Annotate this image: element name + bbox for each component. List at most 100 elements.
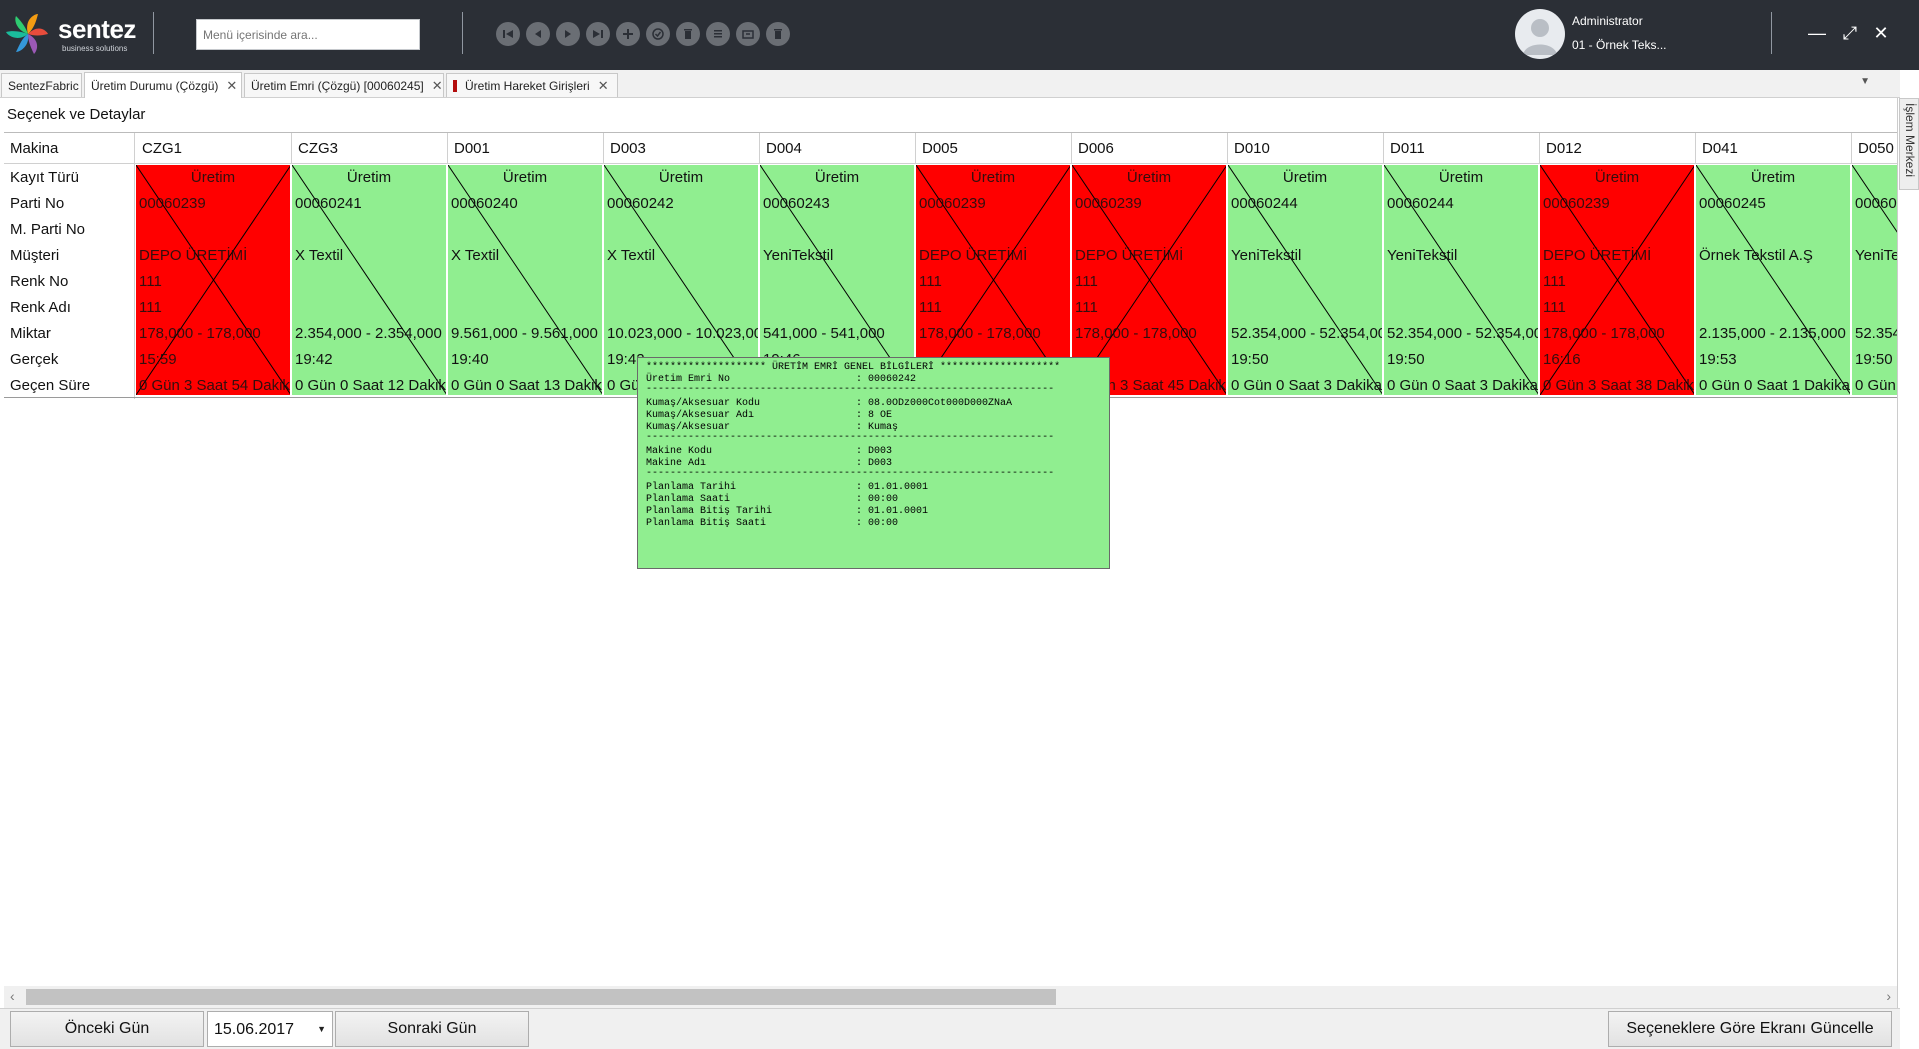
cell-gercek: 19:50 bbox=[1231, 351, 1269, 368]
tab-label: Üretim Hareket Girişleri bbox=[465, 78, 590, 93]
cell-gercek: 19:53 bbox=[1699, 351, 1737, 368]
tab-sentezfabric[interactable]: SentezFabric bbox=[1, 73, 82, 97]
list-icon[interactable] bbox=[706, 22, 730, 46]
machine-column[interactable]: Üretim 00060239 DEPO ÜRETİMİ 111 111 178,000 … bbox=[136, 165, 291, 395]
update-screen-button[interactable]: Seçeneklere Göre Ekranı Güncelle bbox=[1608, 1011, 1892, 1047]
avatar[interactable] bbox=[1515, 9, 1565, 59]
cell-sure: 0 Gün 0 Saat 12 Dakika bbox=[295, 377, 447, 394]
cell-sure: 0 Gün 3 Saat 38 Dakika bbox=[1543, 377, 1695, 394]
row-label: Müşteri bbox=[10, 247, 60, 264]
header-machine: D003 bbox=[604, 133, 760, 164]
approve-icon[interactable] bbox=[646, 22, 670, 46]
cell-miktar: 9.561,000 - 9.561,000 bbox=[451, 325, 598, 342]
tooltip-label: Makine Kodu bbox=[646, 446, 713, 457]
cell-musteri: YeniTekstil bbox=[1387, 247, 1458, 264]
cell-type: Üretim bbox=[1438, 169, 1484, 186]
cell-miktar: 541,000 - 541,000 bbox=[763, 325, 885, 342]
next-day-button[interactable]: Sonraki Gün bbox=[335, 1011, 529, 1047]
tab-label: SentezFabric bbox=[8, 78, 79, 93]
export-icon[interactable] bbox=[736, 22, 760, 46]
tab-uretim-durumu[interactable]: Üretim Durumu (Çözgü) ✕ bbox=[84, 72, 242, 98]
side-tab-label: İşlem Merkezi bbox=[1903, 103, 1917, 178]
date-picker[interactable]: 15.06.2017 ▼ bbox=[207, 1011, 333, 1047]
scroll-left-icon[interactable]: ‹ bbox=[10, 988, 15, 1004]
tab-close-icon[interactable]: ✕ bbox=[432, 78, 443, 94]
tab-uretim-hareket[interactable]: Üretim Hareket Girişleri ✕ bbox=[446, 73, 618, 97]
machine-column[interactable]: Üretim 00060241 X Textil 2.354,000 - 2.354,… bbox=[292, 165, 447, 395]
cell-parti: 00060239 bbox=[1543, 195, 1610, 212]
cell-miktar: 10.023,000 - 10.023,000 bbox=[607, 325, 759, 342]
maximize-icon[interactable]: ⤢ bbox=[1837, 20, 1863, 46]
cell-gercek: 19:42 bbox=[295, 351, 333, 368]
cell-musteri: X Textil bbox=[451, 247, 500, 264]
cell-musteri: DEPO ÜRETİMİ bbox=[139, 247, 248, 264]
chevron-down-icon[interactable]: ▼ bbox=[317, 1024, 326, 1034]
trash-icon[interactable] bbox=[766, 22, 790, 46]
header-makina: Makina bbox=[4, 133, 135, 164]
add-icon[interactable] bbox=[616, 22, 640, 46]
machine-column[interactable]: Üretim 00060245 Örnek Tekstil A.Ş 2.135,000… bbox=[1696, 165, 1851, 395]
scroll-thumb[interactable] bbox=[26, 989, 1056, 1005]
next-icon[interactable] bbox=[556, 22, 580, 46]
last-icon[interactable] bbox=[586, 22, 610, 46]
logo-text: sentez bbox=[58, 14, 136, 44]
cell-musteri: X Textil bbox=[607, 247, 656, 264]
minimize-icon[interactable]: — bbox=[1804, 20, 1830, 46]
first-icon[interactable] bbox=[496, 22, 520, 46]
options-title: Seçenek ve Detaylar bbox=[7, 106, 146, 123]
machine-column[interactable]: Üretim 00060245 YeniTekstil 52.354,000 19:50… bbox=[1852, 165, 1897, 395]
header-machine: D006 bbox=[1072, 133, 1228, 164]
cell-parti: 00060239 bbox=[1075, 195, 1142, 212]
separator bbox=[1771, 12, 1772, 54]
horizontal-scrollbar[interactable]: ‹ › bbox=[4, 986, 1897, 1008]
cell-sure: 0 Gün 3 Saat 54 Dakika bbox=[139, 377, 291, 394]
cell-musteri: DEPO ÜRETİMİ bbox=[1075, 247, 1184, 264]
cell-miktar: 2.135,000 - 2.135,000 bbox=[1699, 325, 1846, 342]
scroll-right-icon[interactable]: › bbox=[1886, 988, 1891, 1004]
row-label: Miktar bbox=[10, 325, 51, 342]
record-navigation-toolbar bbox=[496, 22, 790, 46]
cell-parti: 00060241 bbox=[295, 195, 362, 212]
cell-gercek: 19:50 bbox=[1387, 351, 1425, 368]
cell-parti: 00060245 bbox=[1855, 195, 1897, 212]
cell-miktar: 178,000 - 178,000 bbox=[919, 325, 1041, 342]
tooltip-label: Planlama Bitiş Saati bbox=[646, 518, 767, 529]
tooltip-header: ******************** ÜRETİM EMRİ GENEL B… bbox=[646, 362, 1061, 373]
cell-renk-adi: 111 bbox=[1543, 299, 1566, 316]
close-icon[interactable]: ✕ bbox=[1868, 20, 1894, 46]
top-bar: sentez business solutions Administrator … bbox=[0, 0, 1919, 70]
bottom-toolbar: Önceki Gün 15.06.2017 ▼ Sonraki Gün Seçe… bbox=[0, 1008, 1900, 1049]
tab-close-icon[interactable]: ✕ bbox=[226, 78, 237, 94]
cell-miktar: 178,000 - 178,000 bbox=[139, 325, 261, 342]
cell-musteri: DEPO ÜRETİMİ bbox=[1543, 247, 1652, 264]
delete-icon[interactable] bbox=[676, 22, 700, 46]
tab-label: Üretim Durumu (Çözgü) bbox=[91, 78, 219, 93]
tooltip-value: : 08.0ODz000Cot000D000ZNaA bbox=[856, 398, 1013, 409]
user-company[interactable]: 01 - Örnek Teks... bbox=[1572, 38, 1666, 52]
machine-column[interactable]: Üretim 00060240 X Textil 9.561,000 - 9.561,… bbox=[448, 165, 603, 395]
tooltip-value: : 8 OE bbox=[856, 410, 893, 421]
cell-miktar: 52.354,000 - 52.354,000 bbox=[1231, 325, 1383, 342]
tooltip-label: Planlama Tarihi bbox=[646, 482, 737, 493]
machine-column[interactable]: Üretim 00060244 YeniTekstil 52.354,000 - 52… bbox=[1228, 165, 1383, 395]
previous-day-button[interactable]: Önceki Gün bbox=[10, 1011, 204, 1047]
header-machine: D001 bbox=[448, 133, 604, 164]
tooltip-label: Planlama Saati bbox=[646, 494, 731, 505]
menu-search-input[interactable] bbox=[196, 19, 420, 50]
cell-gercek: 19:40 bbox=[451, 351, 489, 368]
machine-column[interactable]: Üretim 00060244 YeniTekstil 52.354,000 - 52… bbox=[1384, 165, 1539, 395]
cell-sure: 0 Gün 0 Saat 13 Dakika bbox=[451, 377, 603, 394]
tab-close-icon[interactable]: ✕ bbox=[598, 78, 609, 94]
cell-type: Üretim bbox=[658, 169, 704, 186]
cell-sure: 0 Gün 0 Saat 3 Dakika bbox=[1387, 377, 1538, 394]
cell-miktar: 2.354,000 - 2.354,000 bbox=[295, 325, 442, 342]
cell-renk-no: 111 bbox=[139, 273, 162, 290]
machine-column[interactable]: Üretim 00060239 DEPO ÜRETİMİ 111 111 178,000 … bbox=[1540, 165, 1695, 395]
tooltip-value: : D003 bbox=[856, 446, 893, 457]
tab-uretim-emri[interactable]: Üretim Emri (Çözgü) [00060245] ✕ bbox=[244, 73, 444, 97]
cell-type: Üretim bbox=[190, 169, 236, 186]
prev-icon[interactable] bbox=[526, 22, 550, 46]
islem-merkezi-side-tab[interactable]: İşlem Merkezi bbox=[1899, 98, 1919, 190]
tab-list-dropdown-icon[interactable]: ▼ bbox=[1860, 76, 1870, 87]
tooltip-value: : 01.01.0001 bbox=[856, 482, 929, 493]
